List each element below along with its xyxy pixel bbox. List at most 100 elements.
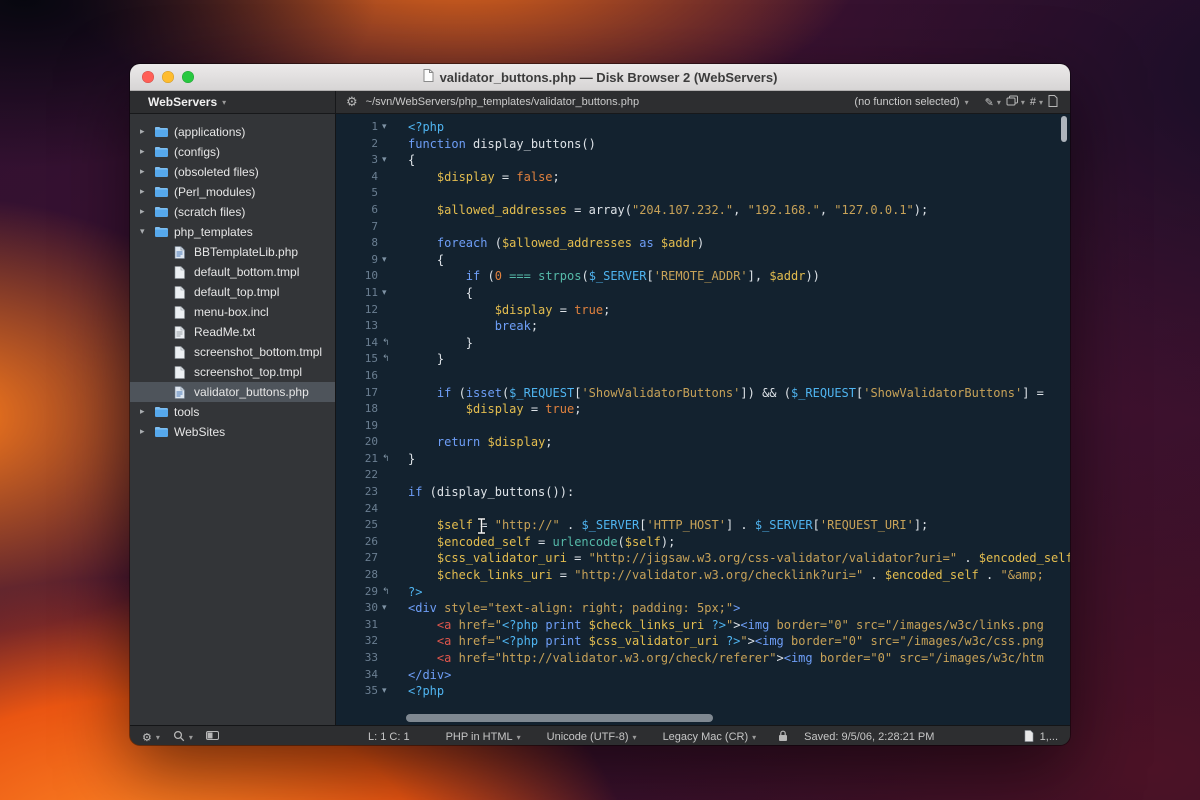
disclosure-expanded-icon[interactable]: ▾ (140, 227, 154, 237)
code-line[interactable]: 9▾ { (336, 252, 1070, 269)
code-line[interactable]: 8 foreach ($allowed_addresses as $addr) (336, 235, 1070, 252)
code-line[interactable]: 31 <a href="<?php print $check_links_uri… (336, 617, 1070, 634)
fold-end-marker-icon[interactable]: ↰ (378, 584, 400, 601)
tree-item[interactable]: screenshot_bottom.tmpl (130, 342, 335, 362)
code-line[interactable]: 13 break; (336, 318, 1070, 335)
disclosure-collapsed-icon[interactable]: ▸ (140, 167, 154, 177)
tree-item[interactable]: ▸(obsoleted files) (130, 162, 335, 182)
sidebar-options-button[interactable]: ⚙ ▾ (142, 731, 160, 744)
language-popup[interactable]: PHP in HTML ▾ (446, 731, 521, 743)
code-line[interactable]: 14↰ } (336, 335, 1070, 352)
tree-item[interactable]: BBTemplateLib.php (130, 242, 335, 262)
disclosure-collapsed-icon[interactable]: ▸ (140, 147, 154, 157)
minimize-button[interactable] (162, 71, 174, 83)
code-line[interactable]: 24 (336, 501, 1070, 518)
disclosure-collapsed-icon[interactable]: ▸ (140, 187, 154, 197)
tree-item[interactable]: ▾php_templates (130, 222, 335, 242)
disclosure-collapsed-icon[interactable]: ▸ (140, 207, 154, 217)
split-view-button[interactable] (206, 731, 219, 743)
code-line[interactable]: 5 (336, 185, 1070, 202)
search-button[interactable]: ▾ (173, 730, 193, 745)
tree-item[interactable]: screenshot_top.tmpl (130, 362, 335, 382)
markers-button[interactable]: # ▾ (1030, 96, 1043, 108)
desktop: validator_buttons.php — Disk Browser 2 (… (0, 0, 1200, 800)
code-line[interactable]: 20 return $display; (336, 434, 1070, 451)
vertical-scroll-thumb[interactable] (1061, 116, 1067, 142)
fold-end-marker-icon[interactable]: ↰ (378, 451, 400, 468)
code-line[interactable]: 12 $display = true; (336, 302, 1070, 319)
tree-item[interactable]: menu-box.incl (130, 302, 335, 322)
sidebar-root-popup[interactable]: WebServers ▾ (130, 91, 336, 113)
code-line[interactable]: 11▾ { (336, 285, 1070, 302)
fold-marker-icon[interactable]: ▾ (378, 285, 400, 302)
code-line[interactable]: 35▾<?php (336, 683, 1070, 700)
tree-item[interactable]: ▸(Perl_modules) (130, 182, 335, 202)
line-ending-popup[interactable]: Legacy Mac (CR) ▾ (663, 731, 757, 743)
code-line[interactable]: 33 <a href="http://validator.w3.org/chec… (336, 650, 1070, 667)
folder-icon (154, 226, 174, 238)
close-button[interactable] (142, 71, 154, 83)
fold-marker-icon[interactable]: ▾ (378, 119, 400, 136)
tree-item[interactable]: ▸WebSites (130, 422, 335, 442)
documents-button[interactable]: ▾ (1006, 95, 1025, 109)
code-line[interactable]: 32 <a href="<?php print $css_validator_u… (336, 633, 1070, 650)
code-line[interactable]: 25 $self = "http://" . $_SERVER['HTTP_HO… (336, 517, 1070, 534)
horizontal-scrollbar[interactable] (342, 714, 1056, 722)
fold-marker-icon[interactable]: ▾ (378, 252, 400, 269)
disclosure-collapsed-icon[interactable]: ▸ (140, 407, 154, 417)
document-proxy-icon[interactable] (423, 69, 434, 85)
line-number: 4 (336, 169, 378, 186)
tree-item[interactable]: ▸(scratch files) (130, 202, 335, 222)
tree-item[interactable]: ▸(configs) (130, 142, 335, 162)
code-line[interactable]: 26 $encoded_self = urlencode($self); (336, 534, 1070, 551)
code-line[interactable]: 10 if (0 === strpos($_SERVER['REMOTE_ADD… (336, 268, 1070, 285)
fold-gutter (378, 501, 400, 518)
zoom-button[interactable] (182, 71, 194, 83)
code-line[interactable]: 17 if (isset($_REQUEST['ShowValidatorBut… (336, 385, 1070, 402)
code-line[interactable]: 21↰} (336, 451, 1070, 468)
function-popup[interactable]: (no function selected) ▾ (854, 96, 968, 108)
code-line[interactable]: 34</div> (336, 667, 1070, 684)
fold-marker-icon[interactable]: ▾ (378, 152, 400, 169)
new-document-button[interactable] (1048, 95, 1058, 110)
titlebar[interactable]: validator_buttons.php — Disk Browser 2 (… (130, 64, 1070, 91)
edit-button[interactable]: ✎ ▾ (985, 96, 1001, 109)
disclosure-collapsed-icon[interactable]: ▸ (140, 127, 154, 137)
disclosure-collapsed-icon[interactable]: ▸ (140, 427, 154, 437)
code-line[interactable]: 16 (336, 368, 1070, 385)
code-line[interactable]: 22 (336, 467, 1070, 484)
code-line[interactable]: 15↰ } (336, 351, 1070, 368)
horizontal-scroll-thumb[interactable] (406, 714, 713, 722)
code-line[interactable]: 7 (336, 219, 1070, 236)
fold-end-marker-icon[interactable]: ↰ (378, 351, 400, 368)
code-line[interactable]: 27 $css_validator_uri = "http://jigsaw.w… (336, 550, 1070, 567)
tree-item[interactable]: default_top.tmpl (130, 282, 335, 302)
code-editor[interactable]: 1▾<?php2function display_buttons()3▾{4 $… (336, 114, 1070, 725)
lock-button[interactable] (778, 730, 788, 745)
gear-icon: ⚙ (142, 731, 152, 744)
code-line[interactable]: 6 $allowed_addresses = array("204.107.23… (336, 202, 1070, 219)
code-line[interactable]: 4 $display = false; (336, 169, 1070, 186)
fold-end-marker-icon[interactable]: ↰ (378, 335, 400, 352)
code-line[interactable]: 3▾{ (336, 152, 1070, 169)
tree-item[interactable]: ReadMe.txt (130, 322, 335, 342)
encoding-popup[interactable]: Unicode (UTF-8) ▾ (547, 731, 637, 743)
code-line[interactable]: 2function display_buttons() (336, 136, 1070, 153)
tree-item[interactable]: ▸(applications) (130, 122, 335, 142)
fold-marker-icon[interactable]: ▾ (378, 683, 400, 700)
gear-icon[interactable]: ⚙ (346, 96, 358, 109)
file-path[interactable]: ~/svn/WebServers/php_templates/validator… (366, 96, 639, 108)
vertical-scrollbar[interactable] (1061, 116, 1068, 725)
tree-item[interactable]: validator_buttons.php (130, 382, 335, 402)
code-line[interactable]: 23if (display_buttons()): (336, 484, 1070, 501)
chevron-down-icon: ▾ (752, 733, 756, 742)
tree-item[interactable]: ▸tools (130, 402, 335, 422)
code-line[interactable]: 28 $check_links_uri = "http://validator.… (336, 567, 1070, 584)
fold-marker-icon[interactable]: ▾ (378, 600, 400, 617)
code-line[interactable]: 29↰?> (336, 584, 1070, 601)
code-line[interactable]: 18 $display = true; (336, 401, 1070, 418)
code-line[interactable]: 19 (336, 418, 1070, 435)
code-line[interactable]: 1▾<?php (336, 119, 1070, 136)
tree-item[interactable]: default_bottom.tmpl (130, 262, 335, 282)
code-line[interactable]: 30▾<div style="text-align: right; paddin… (336, 600, 1070, 617)
